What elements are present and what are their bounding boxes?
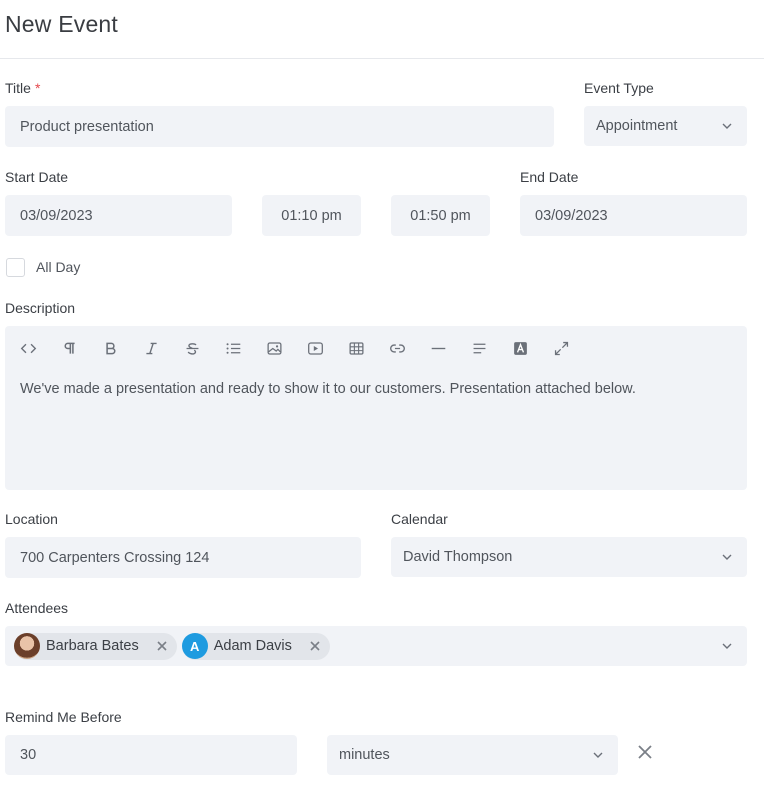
start-date-value: 03/09/2023 bbox=[20, 207, 93, 224]
start-date-label: Start Date bbox=[5, 169, 69, 185]
attendee-chip: A Adam Davis bbox=[181, 632, 330, 660]
attendee-name: Adam Davis bbox=[213, 638, 292, 654]
avatar: A bbox=[181, 633, 208, 659]
title-label-text: Title bbox=[5, 80, 31, 96]
attendees-label: Attendees bbox=[5, 600, 69, 616]
event-type-select[interactable]: Appointment bbox=[584, 106, 747, 146]
start-time-input[interactable]: 01:10 pm bbox=[262, 195, 361, 236]
location-label: Location bbox=[5, 511, 58, 527]
remind-label: Remind Me Before bbox=[5, 709, 122, 725]
italic-icon[interactable] bbox=[131, 337, 172, 359]
all-day-label: All Day bbox=[36, 259, 81, 275]
header-divider bbox=[0, 58, 764, 59]
close-icon[interactable] bbox=[155, 639, 169, 653]
event-type-label: Event Type bbox=[584, 80, 654, 96]
remind-unit-select[interactable]: minutes bbox=[327, 735, 618, 775]
code-view-icon[interactable] bbox=[8, 337, 49, 359]
title-label: Title * bbox=[5, 80, 40, 96]
table-icon[interactable] bbox=[336, 337, 377, 359]
all-day-checkbox[interactable] bbox=[6, 258, 25, 277]
start-time-value: 01:10 pm bbox=[281, 207, 342, 224]
location-value: 700 Carpenters Crossing 124 bbox=[20, 549, 210, 566]
remind-value: 30 bbox=[20, 747, 37, 763]
description-label: Description bbox=[5, 300, 76, 316]
calendar-value: David Thompson bbox=[403, 549, 513, 565]
avatar bbox=[14, 633, 40, 659]
end-time-value: 01:50 pm bbox=[410, 207, 471, 224]
close-icon[interactable] bbox=[308, 639, 322, 653]
horizontal-rule-icon[interactable] bbox=[418, 337, 459, 359]
attendee-name: Barbara Bates bbox=[46, 638, 139, 654]
align-icon[interactable] bbox=[459, 337, 500, 359]
location-input[interactable]: 700 Carpenters Crossing 124 bbox=[5, 537, 361, 578]
chevron-down-icon bbox=[719, 549, 735, 565]
attendee-chip: Barbara Bates bbox=[14, 632, 177, 660]
end-time-input[interactable]: 01:50 pm bbox=[391, 195, 490, 236]
calendar-label: Calendar bbox=[391, 511, 448, 527]
end-date-value: 03/09/2023 bbox=[535, 207, 608, 224]
end-date-label: End Date bbox=[520, 169, 579, 185]
calendar-select[interactable]: David Thompson bbox=[391, 537, 747, 577]
image-icon[interactable] bbox=[254, 337, 295, 359]
page-title: New Event bbox=[5, 11, 119, 37]
remind-value-input[interactable]: 30 bbox=[5, 735, 297, 775]
fullscreen-icon[interactable] bbox=[541, 337, 582, 359]
start-date-input[interactable]: 03/09/2023 bbox=[5, 195, 232, 236]
chevron-down-icon bbox=[719, 638, 735, 654]
attendee-chips: Barbara Bates A Adam Davis bbox=[14, 632, 335, 660]
chevron-down-icon bbox=[590, 747, 606, 763]
editor-toolbar bbox=[8, 337, 582, 359]
strikethrough-icon[interactable] bbox=[172, 337, 213, 359]
event-type-value: Appointment bbox=[596, 118, 678, 134]
title-input[interactable]: Product presentation bbox=[5, 106, 554, 147]
end-date-input[interactable]: 03/09/2023 bbox=[520, 195, 747, 236]
chevron-down-icon bbox=[719, 118, 735, 134]
attendees-select[interactable]: Barbara Bates A Adam Davis bbox=[5, 626, 747, 666]
description-text: We've made a presentation and ready to s… bbox=[20, 381, 636, 397]
bold-icon[interactable] bbox=[90, 337, 131, 359]
video-icon[interactable] bbox=[295, 337, 336, 359]
bullet-list-icon[interactable] bbox=[213, 337, 254, 359]
remove-reminder-close-icon[interactable] bbox=[636, 743, 654, 761]
title-input-value: Product presentation bbox=[20, 118, 154, 135]
required-mark: * bbox=[34, 80, 41, 96]
paragraph-icon[interactable] bbox=[49, 337, 90, 359]
link-icon[interactable] bbox=[377, 337, 418, 359]
description-editor[interactable]: We've made a presentation and ready to s… bbox=[5, 326, 747, 490]
remind-unit-value: minutes bbox=[339, 747, 390, 763]
text-color-icon[interactable] bbox=[500, 337, 541, 359]
